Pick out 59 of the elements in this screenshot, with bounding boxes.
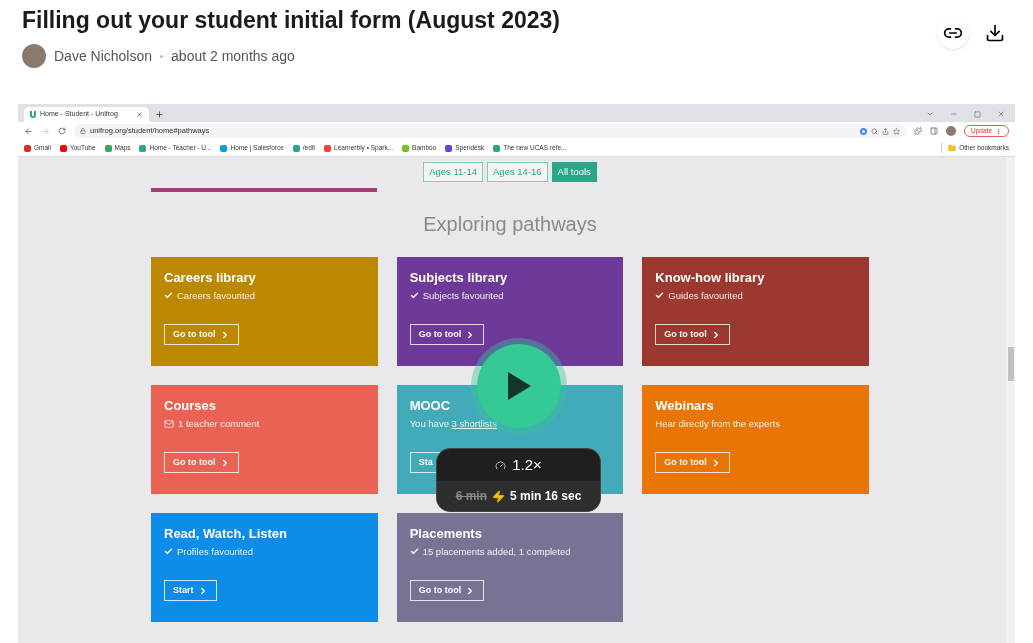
section-heading: Exploring pathways — [422, 212, 598, 237]
scrollbar[interactable] — [1006, 157, 1015, 643]
card-title: Read, Watch, Listen — [164, 525, 289, 543]
card-title: Know-how library — [655, 269, 766, 287]
close-icon[interactable] — [136, 111, 143, 118]
card-title: MOOC — [409, 397, 452, 415]
check-icon — [409, 547, 419, 556]
card-button[interactable]: Go to tool — [409, 324, 485, 345]
play-icon — [505, 370, 533, 402]
card-button[interactable]: Go to tool — [409, 580, 485, 601]
card-title: Placements — [409, 525, 483, 543]
card-note: Guides favourited — [668, 289, 743, 302]
card-button[interactable]: Start — [164, 580, 217, 601]
folder-icon — [948, 144, 957, 152]
card-note: 1 teacher comment — [178, 417, 260, 430]
card-title: Courses — [164, 397, 218, 415]
side-panel-icon[interactable] — [930, 127, 939, 135]
author-name[interactable]: Dave Nicholson — [54, 45, 153, 67]
card-button[interactable]: Go to tool — [655, 324, 730, 345]
share-icon[interactable] — [882, 127, 890, 135]
minimize-icon[interactable] — [950, 110, 958, 118]
card-note: Subjects favourited — [422, 289, 504, 302]
lightning-icon — [491, 489, 505, 503]
upload-time: about 2 months ago — [171, 46, 295, 66]
lock-icon — [80, 128, 86, 134]
gauge-icon — [495, 459, 507, 471]
bookmark-star-icon[interactable] — [893, 127, 901, 135]
check-icon — [164, 547, 173, 556]
mail-icon — [164, 418, 174, 429]
original-duration: 6 min — [455, 488, 487, 505]
check-icon — [409, 291, 419, 300]
profile-avatar[interactable] — [946, 126, 957, 136]
card-note: Profiles favourited — [177, 545, 254, 558]
video-title: Filling out your student initial form (August 2023) — [22, 6, 560, 35]
card-title: Subjects library — [409, 269, 509, 287]
card-note: Hear directly from the experts — [655, 417, 780, 430]
card-note: You have 3 shortlists — [409, 417, 497, 430]
card-title: Careers library — [164, 269, 257, 287]
card-note: 15 placements added, 1 completed — [422, 545, 571, 558]
download-icon — [985, 23, 1005, 43]
google-icon — [860, 127, 868, 135]
forward-icon[interactable] — [41, 126, 50, 136]
check-icon — [164, 291, 173, 300]
check-icon — [655, 291, 665, 300]
shortened-duration: 5 min 16 sec — [509, 488, 582, 505]
extensions-icon[interactable] — [914, 127, 923, 135]
copy-link-button[interactable] — [937, 17, 969, 49]
reload-icon[interactable] — [58, 127, 66, 135]
card-note: Careers favourited — [177, 289, 256, 302]
maximize-icon[interactable] — [974, 110, 981, 118]
card-title: Webinars — [655, 397, 715, 415]
chevron-icon[interactable] — [926, 110, 934, 118]
avatar — [22, 44, 46, 68]
site-logo-icon — [30, 111, 36, 118]
back-icon[interactable] — [24, 126, 33, 136]
playback-rate: 1.2× — [512, 454, 542, 475]
new-tab-icon[interactable] — [155, 110, 164, 119]
close-window-icon[interactable] — [997, 110, 1005, 118]
zoom-icon[interactable] — [871, 127, 879, 135]
